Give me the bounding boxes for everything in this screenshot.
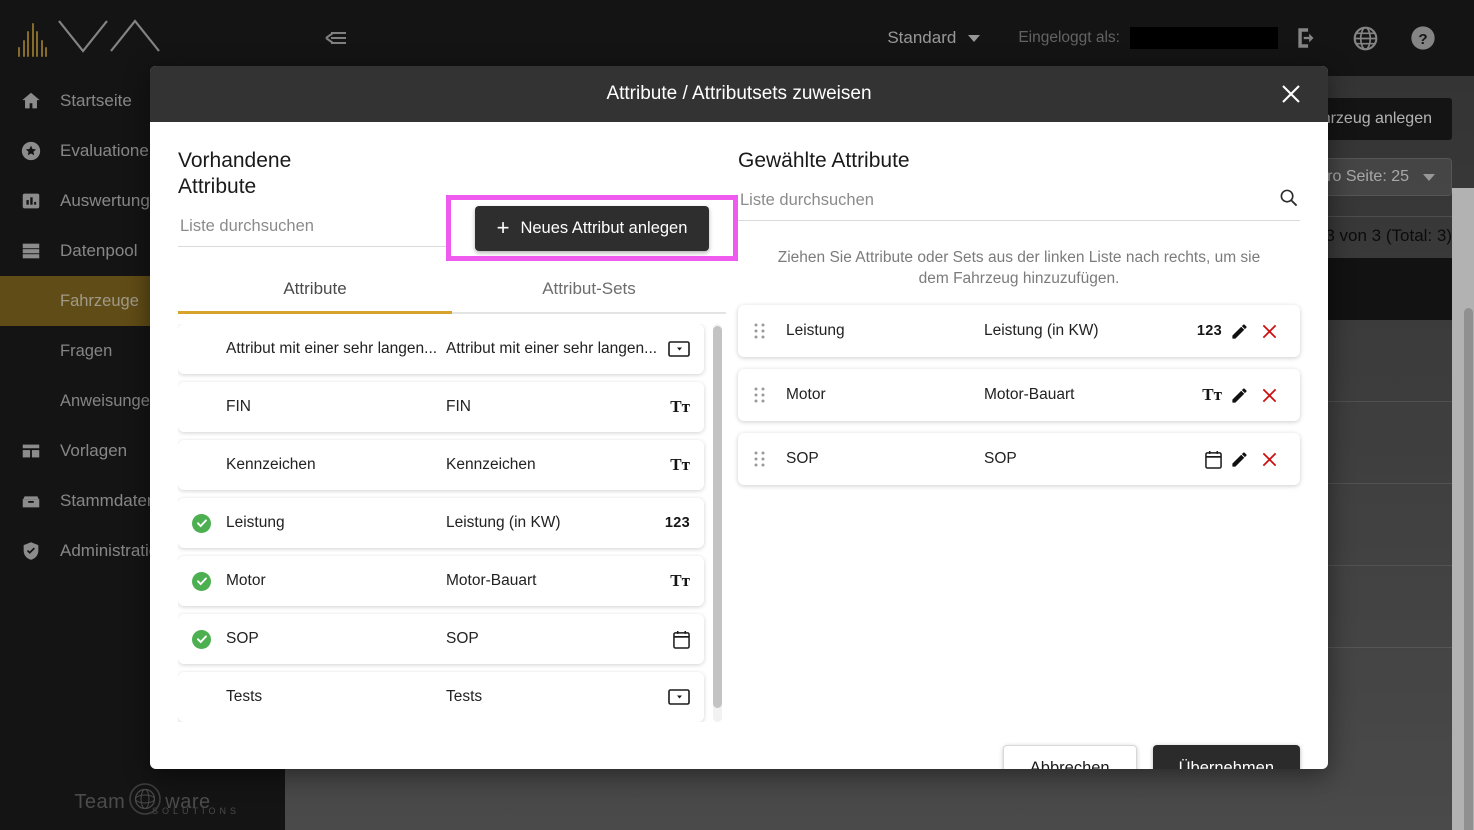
dialog-header: Attribute / Attributsets zuweisen [150, 66, 1328, 122]
application-window: Fahrzeug anlegen Pro Seite: 25 1 - 3 von… [0, 0, 1474, 830]
list-item[interactable]: SOP SOP [178, 614, 704, 664]
new-attribute-button[interactable]: + Neues Attribut anlegen [474, 205, 710, 251]
new-attribute-highlight-box: + Neues Attribut anlegen [446, 195, 738, 261]
attribute-label: Motor-Bauart [984, 386, 1075, 403]
list-item[interactable]: Tests Tests [178, 672, 704, 722]
attribute-label: SOP [446, 630, 479, 647]
attribute-tabs: Attribute Attribut-Sets [178, 269, 726, 314]
check-circle-icon [192, 513, 211, 533]
date-type-icon [656, 630, 690, 649]
selected-item[interactable]: Leistung Leistung (in KW) 123 [738, 305, 1300, 357]
remove-icon[interactable] [1256, 323, 1282, 340]
text-type-icon: Tт [670, 397, 690, 416]
attribute-name: SOP [226, 630, 259, 647]
remove-icon[interactable] [1256, 451, 1282, 468]
drag-handle-icon[interactable] [754, 323, 786, 339]
available-attributes-list[interactable]: Attribut mit einer sehr langen... Attrib… [178, 324, 726, 722]
tab-attribute[interactable]: Attribute [178, 269, 452, 314]
plus-icon: + [496, 215, 510, 240]
tab-attribut-sets[interactable]: Attribut-Sets [452, 269, 726, 314]
attribute-name: Leistung [786, 322, 845, 339]
selected-item[interactable]: Motor Motor-Bauart Tт [738, 369, 1300, 421]
check-circle-icon [192, 571, 211, 591]
close-icon[interactable] [1276, 79, 1306, 109]
dialog-body: Vorhandene Attribute Attribute Attribut-… [150, 122, 1328, 722]
attribute-name: SOP [786, 450, 819, 467]
attribute-name: Motor [226, 572, 266, 589]
attribute-label: Motor-Bauart [446, 572, 537, 589]
assign-attributes-dialog: Attribute / Attributsets zuweisen Vorhan… [150, 66, 1328, 769]
attribute-name: Kennzeichen [226, 456, 316, 473]
cancel-button[interactable]: Abbrechen [1002, 744, 1137, 769]
selected-attributes-list[interactable]: Leistung Leistung (in KW) 123 Motor Moto… [738, 305, 1300, 485]
selected-attributes-title: Gewählte Attribute [738, 149, 910, 172]
selected-attributes-panel: Gewählte Attribute Ziehen Sie Attribute … [726, 148, 1300, 722]
attribute-label: Tests [446, 688, 483, 705]
search-icon[interactable] [1279, 188, 1298, 212]
remove-icon[interactable] [1256, 387, 1282, 404]
dropdown-type-icon [656, 689, 690, 705]
pencil-icon[interactable] [1222, 322, 1256, 341]
drag-hint-text: Ziehen Sie Attribute oder Sets aus der l… [777, 249, 1261, 287]
text-type-icon: Tт [670, 571, 690, 590]
drag-handle-icon[interactable] [754, 451, 786, 467]
apply-button[interactable]: Übernehmen [1152, 744, 1300, 769]
attribute-label: Kennzeichen [446, 456, 536, 473]
attribute-label: SOP [984, 450, 1017, 467]
text-type-icon: Tт [1202, 385, 1222, 404]
text-type-icon: Tт [670, 455, 690, 474]
selected-indicator [192, 629, 226, 649]
attribute-name: Tests [226, 688, 263, 705]
attribute-label: FIN [446, 398, 471, 415]
attribute-label: Leistung (in KW) [446, 514, 561, 531]
available-attributes-title: Vorhandene Attribute [178, 149, 292, 198]
attribute-label: Leistung (in KW) [984, 322, 1099, 339]
list-item[interactable]: Attribut mit einer sehr langen... Attrib… [178, 324, 704, 374]
number-type-icon: 123 [664, 515, 690, 531]
pencil-icon[interactable] [1222, 450, 1256, 469]
selected-search-input[interactable] [740, 190, 1279, 210]
selected-item[interactable]: SOP SOP [738, 433, 1300, 485]
drag-handle-icon[interactable] [754, 387, 786, 403]
check-circle-icon [192, 629, 211, 649]
dialog-footer: Abbrechen Übernehmen [150, 722, 1328, 769]
attribute-label: Attribut mit einer sehr langen... [446, 340, 656, 357]
list-item[interactable]: Kennzeichen Kennzeichen Tт [178, 440, 704, 490]
selected-indicator [192, 513, 226, 533]
selected-search-row[interactable] [738, 184, 1300, 221]
list-item[interactable]: FIN FIN Tт [178, 382, 704, 432]
number-type-icon: 123 [1196, 323, 1222, 339]
dropdown-type-icon [656, 341, 690, 357]
pencil-icon[interactable] [1222, 386, 1256, 405]
selected-indicator [192, 571, 226, 591]
dialog-title: Attribute / Attributsets zuweisen [606, 83, 872, 104]
attribute-name: Attribut mit einer sehr langen... [226, 340, 438, 357]
attribute-name: Motor [786, 386, 826, 403]
list-scrollbar-track[interactable] [713, 324, 722, 722]
list-item[interactable]: Motor Motor-Bauart Tт [178, 556, 704, 606]
list-scrollbar-thumb[interactable] [713, 326, 722, 708]
new-attribute-button-label: Neues Attribut anlegen [520, 218, 688, 237]
attribute-name: Leistung [226, 514, 285, 531]
list-item[interactable]: Leistung Leistung (in KW) 123 [178, 498, 704, 548]
attribute-name: FIN [226, 398, 251, 415]
date-type-icon [1182, 450, 1222, 469]
